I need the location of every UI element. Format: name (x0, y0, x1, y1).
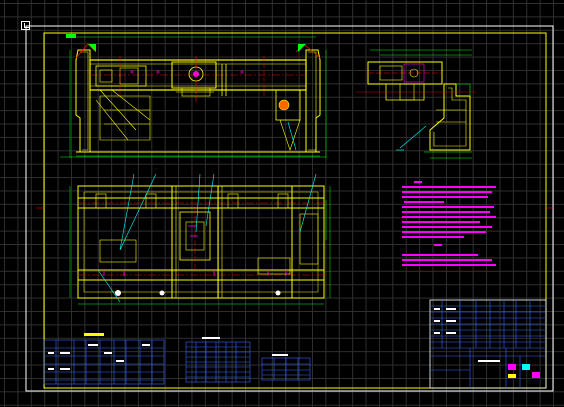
front-elevation-view[interactable] (60, 34, 327, 158)
title-block[interactable] (429, 299, 547, 389)
cad-viewport[interactable] (0, 0, 564, 407)
parts-table-small[interactable] (261, 354, 311, 381)
technical-notes[interactable] (402, 181, 496, 266)
parts-table-left[interactable] (43, 333, 165, 385)
side-elevation-view[interactable] (356, 49, 476, 159)
parts-table-middle[interactable] (185, 337, 251, 383)
cad-drawing[interactable] (0, 0, 564, 407)
plan-view[interactable] (69, 173, 331, 305)
